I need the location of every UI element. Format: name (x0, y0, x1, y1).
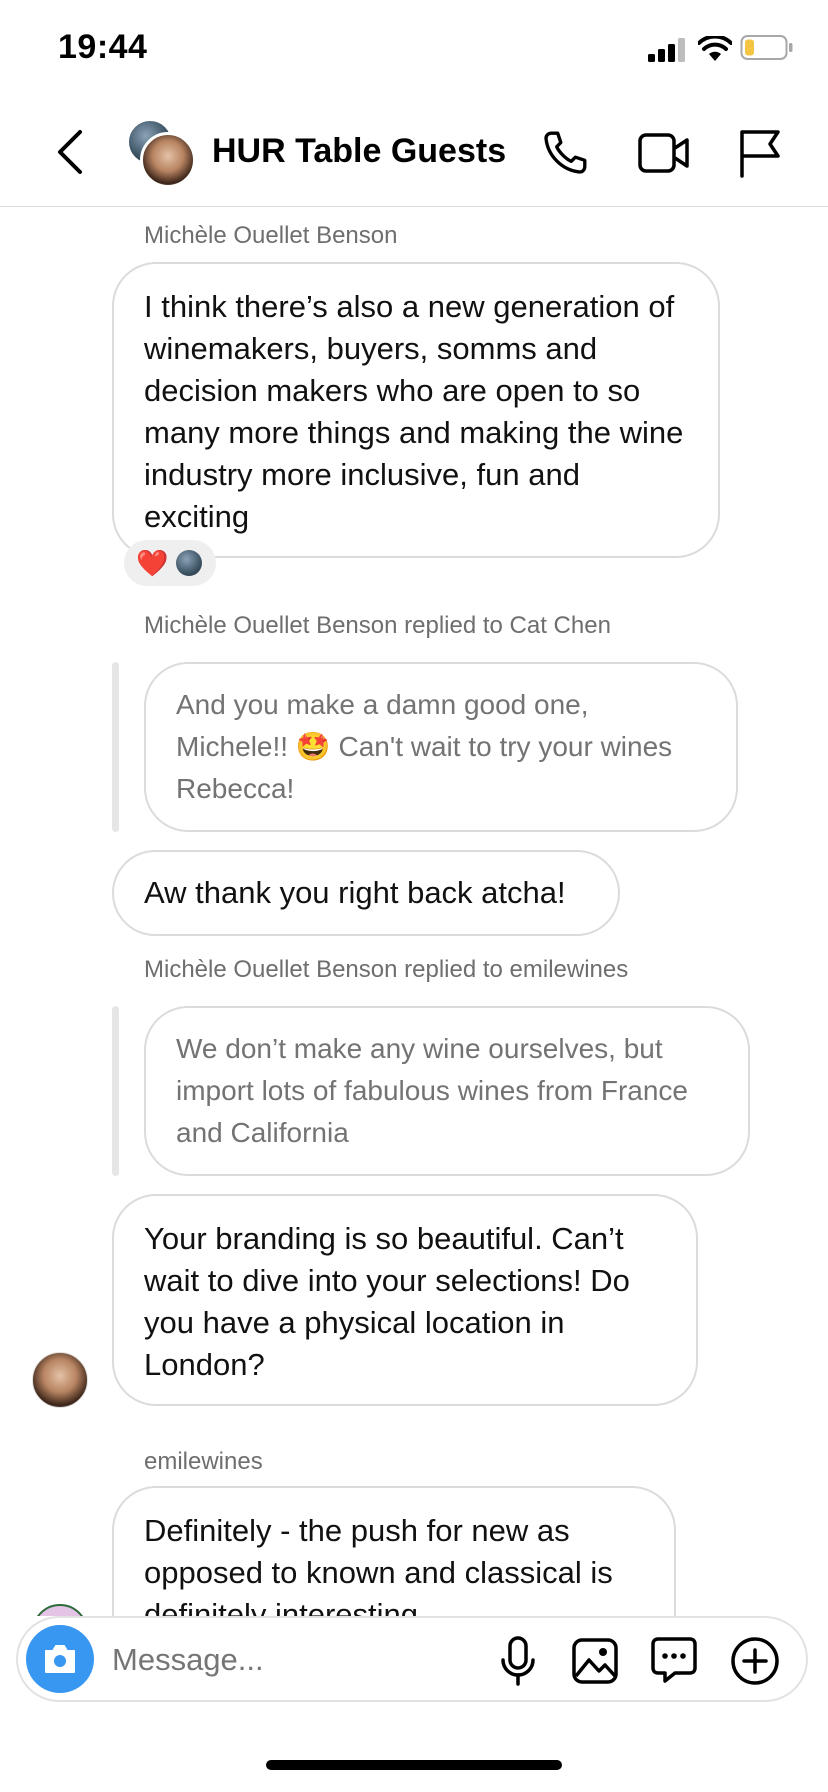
quote-bar (112, 662, 119, 832)
video-call-icon[interactable] (638, 132, 690, 174)
message-bubble[interactable]: Your branding is so beautiful. Can’t wai… (112, 1194, 698, 1406)
report-flag-icon[interactable] (738, 128, 782, 178)
sticker-chat-icon[interactable] (650, 1636, 698, 1684)
wifi-icon (698, 36, 732, 61)
home-indicator (266, 1760, 562, 1770)
battery-icon (740, 35, 793, 60)
status-time: 19:44 (58, 28, 148, 66)
quote-bar (112, 1006, 119, 1176)
reply-context-label: Michèle Ouellet Benson replied to emilew… (144, 956, 629, 983)
camera-icon (45, 1645, 75, 1673)
cellular-signal-icon (648, 38, 685, 62)
sender-avatar[interactable] (32, 1352, 88, 1408)
clipped-message-area: Definitely - the push for new as opposed… (0, 1480, 828, 1616)
member-avatar-2 (140, 132, 196, 188)
quoted-message[interactable]: We don’t make any wine ourselves, but im… (144, 1006, 750, 1176)
conversation-title[interactable]: HUR Table Guests (212, 132, 506, 171)
message-input[interactable] (112, 1640, 472, 1680)
back-chevron-icon[interactable] (54, 128, 86, 176)
heart-reaction-icon: ❤️ (136, 548, 169, 578)
add-plus-icon[interactable] (730, 1636, 780, 1686)
camera-button[interactable] (26, 1625, 94, 1693)
reply-context-label: Michèle Ouellet Benson replied to Cat Ch… (144, 612, 611, 639)
message-sender: Michèle Ouellet Benson (144, 222, 398, 249)
phone-call-icon[interactable] (540, 128, 590, 178)
gallery-image-icon[interactable] (572, 1638, 618, 1684)
message-sender: emilewines (144, 1448, 263, 1475)
group-avatar-stack[interactable] (126, 118, 196, 188)
quoted-message[interactable]: And you make a damn good one, Michele!! … (144, 662, 738, 832)
message-bubble[interactable]: I think there’s also a new generation of… (112, 262, 720, 558)
reaction-pill[interactable]: ❤️ (124, 540, 216, 586)
message-bubble[interactable]: Definitely - the push for new as opposed… (112, 1486, 676, 1616)
microphone-icon[interactable] (500, 1636, 536, 1686)
star-struck-emoji-icon: 🤩 (295, 731, 331, 762)
reactor-avatar (176, 550, 202, 576)
sender-avatar[interactable] (32, 1604, 88, 1616)
message-bubble[interactable]: Aw thank you right back atcha! (112, 850, 620, 936)
